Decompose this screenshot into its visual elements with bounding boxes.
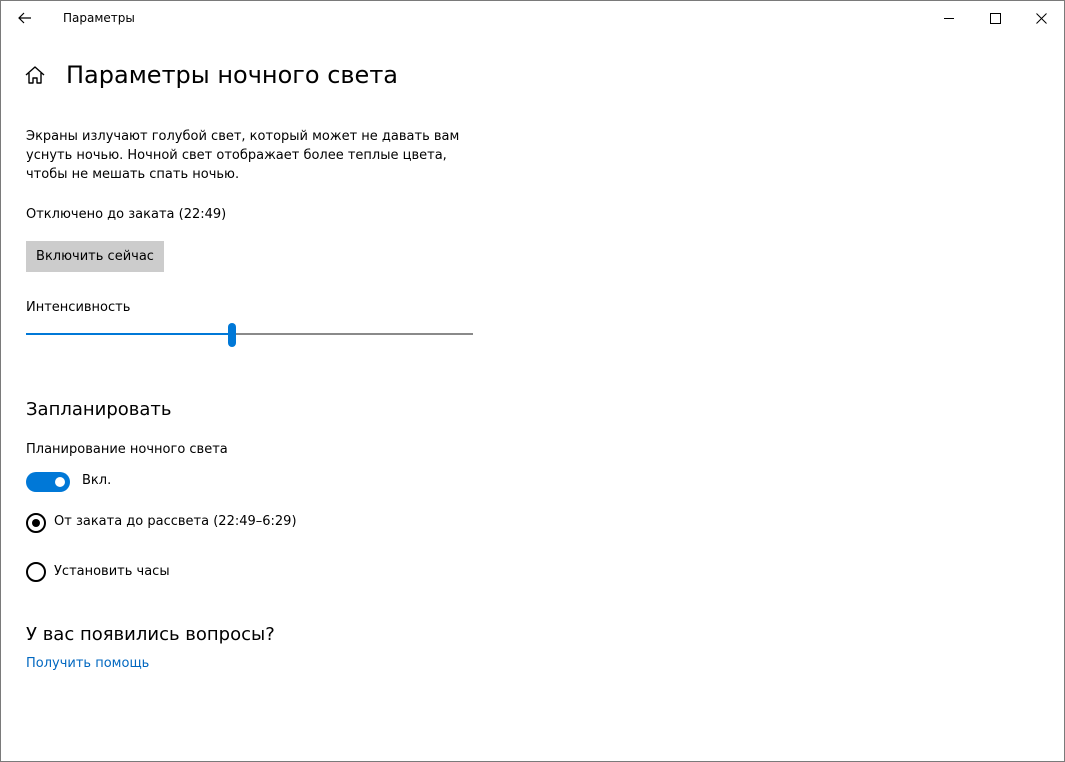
intensity-label: Интенсивность	[26, 300, 131, 315]
radio-sunset-to-sunrise-label[interactable]: От заката до рассвета (22:49–6:29)	[54, 514, 297, 529]
slider-fill	[26, 333, 232, 335]
radio-selected-dot	[32, 519, 40, 527]
status-text: Отключено до заката (22:49)	[26, 207, 227, 222]
get-help-link[interactable]: Получить помощь	[26, 656, 149, 671]
app-title: Параметры	[63, 11, 135, 25]
minimize-button[interactable]	[926, 1, 972, 35]
settings-window: Параметры Параметры ночного света Экраны…	[0, 0, 1065, 762]
title-bar: Параметры	[1, 1, 1064, 35]
intensity-slider[interactable]	[26, 321, 473, 349]
page-title: Параметры ночного света	[66, 61, 399, 89]
schedule-toggle-label: Планирование ночного света	[26, 442, 228, 457]
home-icon	[25, 66, 45, 84]
back-button[interactable]	[1, 1, 49, 35]
radio-sunset-to-sunrise[interactable]	[26, 513, 46, 533]
schedule-toggle[interactable]	[26, 472, 70, 492]
maximize-button[interactable]	[972, 1, 1018, 35]
radio-set-hours-label[interactable]: Установить часы	[54, 564, 170, 579]
schedule-section-title: Запланировать	[26, 399, 172, 420]
minimize-icon	[943, 17, 954, 19]
radio-set-hours[interactable]	[26, 562, 46, 582]
help-section-title: У вас появились вопросы?	[26, 624, 275, 645]
maximize-icon	[989, 12, 1001, 24]
toggle-state-label: Вкл.	[82, 473, 112, 488]
radio-circle	[26, 513, 46, 533]
toggle-knob	[55, 477, 65, 487]
back-arrow-icon	[18, 12, 31, 24]
close-button[interactable]	[1018, 1, 1064, 35]
slider-thumb[interactable]	[228, 323, 236, 347]
home-button[interactable]	[24, 64, 46, 86]
close-icon	[1035, 12, 1047, 24]
radio-circle	[26, 562, 46, 582]
description-text: Экраны излучают голубой свет, который мо…	[26, 129, 460, 182]
enable-now-button[interactable]: Включить сейчас	[26, 241, 164, 272]
